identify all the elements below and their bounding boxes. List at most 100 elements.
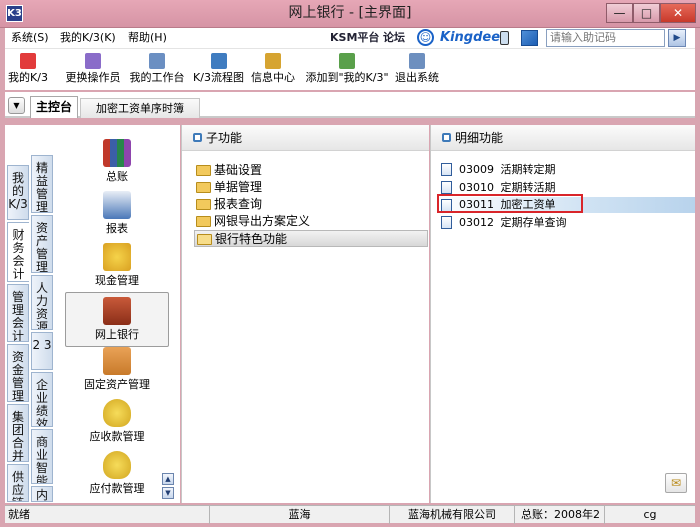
vtab-business-intelligence[interactable]: 商业智能 (31, 429, 53, 484)
menu-system[interactable]: 系统(S) (11, 28, 49, 48)
module-reports[interactable]: 报表 (65, 191, 169, 236)
toolbar-flowchart-button[interactable]: K/3流程图 (191, 49, 246, 91)
detail-code: 03009 (459, 163, 494, 176)
status-company: 蓝海机械有限公司 (390, 506, 515, 524)
toolbar-label: K/3流程图 (193, 71, 244, 84)
vtab-human-resources[interactable]: 人力资源 (31, 275, 53, 330)
detail-item[interactable]: 03012 定期存单查询 (459, 214, 679, 232)
go-button[interactable]: ▶ (668, 29, 686, 47)
flag-icon[interactable] (521, 30, 538, 46)
detail-label: 定期转活期 (500, 181, 556, 194)
open-folder-icon (197, 234, 212, 245)
module-payables[interactable]: 应付款管理 (65, 451, 169, 496)
tab-main-console[interactable]: 主控台 (30, 96, 78, 118)
vtab-enterprise-performance[interactable]: 企业绩效 (31, 372, 53, 427)
vtab-label: 资产管理 (35, 221, 48, 273)
module-fixed-assets[interactable]: 固定资产管理 (65, 347, 169, 392)
document-tabs: ▼ 主控台 加密工资单序时簿 (5, 92, 695, 118)
vtab-asset-management[interactable]: 资产管理 (31, 215, 53, 273)
forum-link[interactable]: 论坛 (383, 28, 405, 48)
vtab-label: 企业绩效 (35, 378, 48, 427)
vtab-my-k3[interactable]: 我的K/3 (7, 165, 29, 220)
vtab-label: 内 (35, 488, 48, 502)
phone-icon[interactable] (500, 31, 509, 45)
module-label: 应收款管理 (89, 430, 145, 443)
document-icon (441, 163, 452, 176)
subfunction-label: 网银导出方案定义 (214, 214, 311, 228)
title-bar: 网上银行 - [主界面] K3 — □ ✕ (0, 0, 700, 28)
vtab-financial-accounting[interactable]: 财务会计 (7, 222, 29, 282)
vtab-label: 资金管理 (11, 350, 24, 402)
module-scroll-up-button[interactable]: ▲ (162, 473, 174, 485)
detail-label: 定期存单查询 (500, 216, 567, 229)
panel-square-icon (442, 133, 451, 142)
module-label: 现金管理 (95, 274, 139, 287)
flowchart-icon (210, 53, 227, 69)
subfunction-item-selected[interactable]: 银行特色功能 (194, 230, 428, 247)
toolbar-workbench-button[interactable]: 我的工作台 (128, 49, 186, 91)
exit-icon (409, 53, 425, 69)
vtab-lean-management[interactable]: 精益管理 (31, 155, 53, 213)
vtab-management-accounting[interactable]: 管理会计 (7, 284, 29, 342)
toolbar-add-favorite-button[interactable]: 添加到"我的K/3" (301, 49, 393, 91)
module-receivables[interactable]: 应收款管理 (65, 399, 169, 444)
subfunction-label: 基础设置 (214, 163, 263, 177)
toolbar-exit-button[interactable]: 退出系统 (393, 49, 441, 91)
vtab-label: 集团合并 (11, 410, 24, 462)
vtab-fund-management[interactable]: 资金管理 (7, 344, 29, 402)
tab-salary-list[interactable]: 加密工资单序时簿 (80, 98, 200, 118)
vtab-supply-chain[interactable]: 供应链 (7, 464, 29, 502)
toolbar: 我的K/3 更换操作员 我的工作台 K/3流程图 信息中心 添加到"我的K/3"… (5, 48, 695, 90)
minimize-button[interactable]: — (606, 3, 633, 23)
toolbar-label: 退出系统 (395, 71, 439, 84)
vtab-label: 人力资源 (35, 281, 48, 330)
vtab-label: 我的K/3 (8, 171, 28, 211)
helpcode-input[interactable] (546, 29, 665, 47)
status-period: 总账：2008年2期 (515, 506, 605, 527)
module-general-ledger[interactable]: 总账 (65, 139, 169, 184)
window-title: 网上银行 - [主界面] (288, 5, 412, 21)
app-logo-icon[interactable]: K3 (6, 5, 23, 22)
toolbar-label: 我的工作台 (129, 71, 185, 84)
toolbar-label: 更换操作员 (65, 71, 121, 84)
maximize-button[interactable]: □ (633, 3, 660, 23)
status-user: 蓝海 (210, 506, 390, 524)
module-label: 网上银行 (95, 328, 139, 341)
module-online-banking[interactable]: 网上银行 (65, 292, 169, 347)
bank-icon (103, 297, 131, 325)
toolbar-switch-operator-button[interactable]: 更换操作员 (63, 49, 123, 91)
close-button[interactable]: ✕ (660, 3, 696, 23)
subfunction-header-label: 子功能 (206, 131, 243, 145)
star-icon (20, 53, 36, 69)
module-cash-management[interactable]: 现金管理 (65, 243, 169, 288)
subfunction-item[interactable]: 基础设置 (194, 162, 394, 179)
vtab-label: 2 3 (32, 338, 52, 352)
smile-icon[interactable]: ☺ (417, 29, 434, 46)
detail-code: 03012 (459, 216, 494, 229)
cash-icon (103, 243, 131, 271)
module-label: 报表 (106, 222, 128, 235)
toolbar-my-k3-button[interactable]: 我的K/3 (8, 49, 48, 91)
module-label: 总账 (106, 170, 128, 183)
folder-icon (196, 199, 211, 210)
mail-icon[interactable]: ✉ (665, 473, 687, 493)
toolbar-label: 我的K/3 (8, 71, 48, 84)
ksm-platform-link[interactable]: KSM平台 (330, 28, 379, 48)
module-list: 总账 报表 现金管理 网上银行 固定资产管理 应收款管理 应付款管理 (57, 125, 180, 503)
vtab-label: 财务会计 (12, 228, 25, 281)
subfunction-item[interactable]: 网银导出方案定义 (194, 213, 394, 230)
subfunction-item[interactable]: 单据管理 (194, 179, 394, 196)
detail-item[interactable]: 03009 活期转定期 (459, 161, 679, 179)
toolbar-label: 添加到"我的K/3" (305, 71, 389, 84)
module-scroll-down-button[interactable]: ▼ (162, 487, 174, 499)
tab-dropdown-button[interactable]: ▼ (8, 97, 25, 114)
menu-help[interactable]: 帮助(H) (128, 28, 167, 48)
vtab-2-3[interactable]: 2 3 (31, 332, 53, 370)
menu-my-k3[interactable]: 我的K/3(K) (60, 28, 116, 48)
vtab-more[interactable]: 内 (31, 486, 53, 502)
books-icon (103, 139, 131, 167)
vtab-group-consolidation[interactable]: 集团合并 (7, 404, 29, 462)
subfunction-item[interactable]: 报表查询 (194, 196, 394, 213)
subfunction-panel: 子功能 基础设置 单据管理 报表查询 网银导出方案定义 银行特色功能 (181, 125, 429, 503)
toolbar-info-center-button[interactable]: 信息中心 (249, 49, 297, 91)
